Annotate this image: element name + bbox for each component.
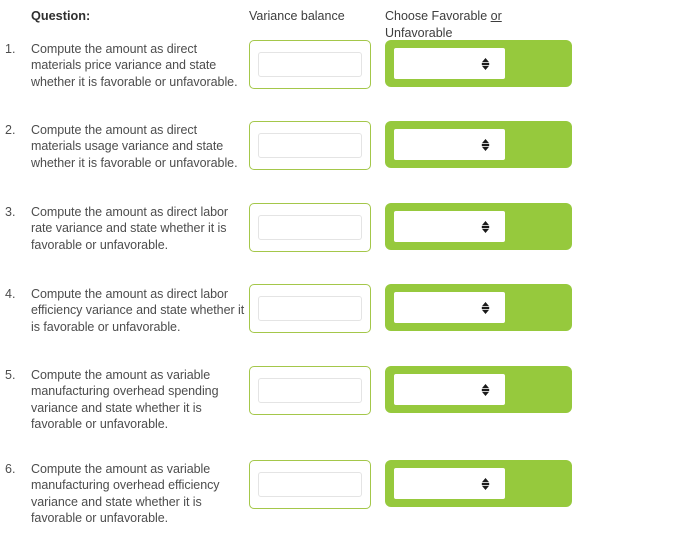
chevron-updown-icon — [481, 138, 490, 151]
favorable-unfavorable-select[interactable] — [394, 468, 505, 499]
column-header-choose-favorable: Choose Favorable or Unfavorable — [385, 8, 565, 41]
variance-balance-input[interactable] — [258, 378, 362, 403]
column-header-choose-text-line2: Unfavorable — [385, 25, 453, 40]
choose-favorable-green-block — [385, 460, 572, 507]
choose-favorable-cell — [385, 121, 572, 168]
variance-balance-box — [249, 284, 371, 333]
variance-balance-cell — [249, 40, 371, 89]
chevron-updown-icon — [481, 57, 490, 70]
row-number: 5. — [5, 368, 16, 382]
choose-favorable-green-block — [385, 40, 572, 87]
variance-balance-cell — [249, 203, 371, 252]
variance-balance-input[interactable] — [258, 133, 362, 158]
question-text: Compute the amount as direct materials u… — [31, 123, 238, 170]
choose-favorable-cell — [385, 203, 572, 250]
column-header-choose-text-or: or — [490, 9, 502, 23]
favorable-unfavorable-select[interactable] — [394, 374, 505, 405]
question-text: Compute the amount as variable manufactu… — [31, 462, 220, 526]
variance-balance-cell — [249, 460, 371, 509]
row-number: 6. — [5, 462, 16, 476]
choose-favorable-green-block — [385, 284, 572, 331]
choose-favorable-green-block — [385, 121, 572, 168]
row-number: 4. — [5, 287, 16, 301]
variance-balance-cell — [249, 284, 371, 333]
variance-balance-box — [249, 40, 371, 89]
chevron-updown-icon — [481, 477, 490, 490]
question-text: Compute the amount as variable manufactu… — [31, 368, 219, 432]
chevron-updown-icon — [481, 301, 490, 314]
variance-balance-box — [249, 460, 371, 509]
column-header-question: Question: — [31, 9, 91, 23]
row-number: 3. — [5, 205, 16, 219]
choose-favorable-cell — [385, 366, 572, 413]
variance-worksheet: Question: Variance balance Choose Favora… — [0, 0, 700, 537]
choose-favorable-cell — [385, 284, 572, 331]
question-text: Compute the amount as direct labor effic… — [31, 287, 245, 334]
choose-favorable-green-block — [385, 366, 572, 413]
variance-balance-cell — [249, 121, 371, 170]
variance-balance-input[interactable] — [258, 296, 362, 321]
choose-favorable-cell — [385, 40, 572, 87]
favorable-unfavorable-select[interactable] — [394, 129, 505, 160]
favorable-unfavorable-select[interactable] — [394, 292, 505, 323]
question-text: Compute the amount as direct materials p… — [31, 42, 238, 89]
variance-balance-box — [249, 121, 371, 170]
variance-balance-box — [249, 203, 371, 252]
favorable-unfavorable-select[interactable] — [394, 211, 505, 242]
choose-favorable-cell — [385, 460, 572, 507]
question-text: Compute the amount as direct labor rate … — [31, 205, 229, 252]
column-header-variance-balance: Variance balance — [249, 9, 345, 23]
variance-balance-box — [249, 366, 371, 415]
variance-balance-input[interactable] — [258, 52, 362, 77]
row-number: 2. — [5, 123, 16, 137]
choose-favorable-green-block — [385, 203, 572, 250]
chevron-updown-icon — [481, 220, 490, 233]
chevron-updown-icon — [481, 383, 490, 396]
variance-balance-cell — [249, 366, 371, 415]
favorable-unfavorable-select[interactable] — [394, 48, 505, 79]
row-number: 1. — [5, 42, 16, 56]
column-header-choose-text-pre: Choose Favorable — [385, 9, 491, 23]
variance-balance-input[interactable] — [258, 472, 362, 497]
variance-balance-input[interactable] — [258, 215, 362, 240]
